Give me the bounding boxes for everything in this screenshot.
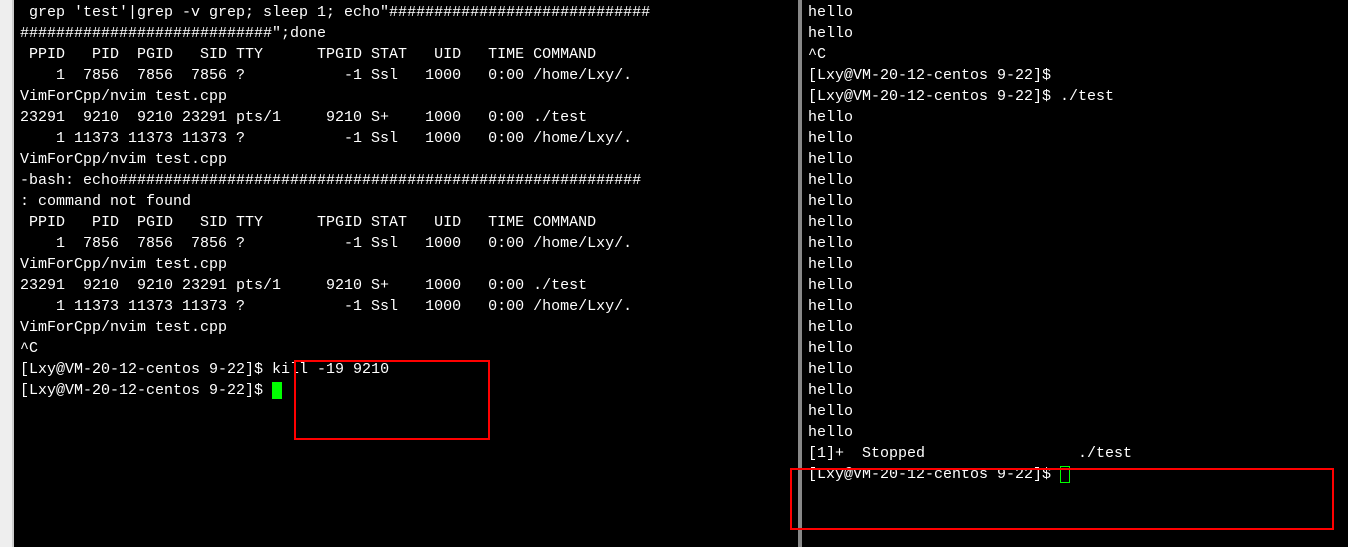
terminal-line: hello (808, 212, 1342, 233)
terminal-right-prompt-b: [Lxy@VM-20-12-centos 9-22]$ ./test (808, 86, 1342, 107)
terminal-line: 23291 9210 9210 23291 pts/1 9210 S+ 1000… (20, 107, 792, 128)
prompt-text: [Lxy@VM-20-12-centos 9-22]$ (20, 361, 272, 378)
terminal-line: : command not found (20, 191, 792, 212)
terminal-panes: grep 'test'|grep -v grep; sleep 1; echo"… (0, 0, 1348, 547)
terminal-line: hello (808, 128, 1342, 149)
terminal-line: 1 7856 7856 7856 ? -1 Ssl 1000 0:00 /hom… (20, 65, 792, 86)
terminal-line: PPID PID PGID SID TTY TPGID STAT UID TIM… (20, 44, 792, 65)
terminal-left[interactable]: grep 'test'|grep -v grep; sleep 1; echo"… (12, 0, 800, 547)
prompt-command: ./test (1060, 88, 1114, 105)
terminal-line: hello (808, 23, 1342, 44)
terminal-line: grep 'test'|grep -v grep; sleep 1; echo"… (20, 2, 792, 23)
terminal-line: hello (808, 317, 1342, 338)
terminal-line: 1 11373 11373 11373 ? -1 Ssl 1000 0:00 /… (20, 296, 792, 317)
terminal-line: 1 7856 7856 7856 ? -1 Ssl 1000 0:00 /hom… (20, 233, 792, 254)
terminal-line: -bash: echo#############################… (20, 170, 792, 191)
terminal-line: hello (808, 275, 1342, 296)
terminal-left-prompt-1: [Lxy@VM-20-12-centos 9-22]$ kill -19 921… (20, 359, 792, 380)
terminal-line: ############################";done (20, 23, 792, 44)
terminal-left-output: grep 'test'|grep -v grep; sleep 1; echo"… (20, 2, 792, 359)
terminal-left-prompt-2[interactable]: [Lxy@VM-20-12-centos 9-22]$ (20, 380, 792, 401)
cursor-outline-icon (1060, 466, 1070, 483)
terminal-line: hello (808, 401, 1342, 422)
prompt-text: [Lxy@VM-20-12-centos 9-22]$ (20, 382, 272, 399)
terminal-line: hello (808, 254, 1342, 275)
terminal-line: hello (808, 233, 1342, 254)
terminal-line: hello (808, 107, 1342, 128)
left-gutter (0, 0, 12, 547)
terminal-line: VimForCpp/nvim test.cpp (20, 86, 792, 107)
terminal-line: VimForCpp/nvim test.cpp (20, 149, 792, 170)
terminal-line: hello (808, 170, 1342, 191)
prompt-text: [Lxy@VM-20-12-centos 9-22]$ (808, 88, 1060, 105)
prompt-text: [Lxy@VM-20-12-centos 9-22]$ (808, 466, 1060, 483)
terminal-right-prompt-c[interactable]: [Lxy@VM-20-12-centos 9-22]$ (808, 464, 1342, 485)
terminal-right[interactable]: hellohello^C [Lxy@VM-20-12-centos 9-22]$… (800, 0, 1348, 547)
job-stopped-line: [1]+ Stopped ./test (808, 443, 1342, 464)
terminal-line: hello (808, 149, 1342, 170)
terminal-line: hello (808, 296, 1342, 317)
terminal-line: PPID PID PGID SID TTY TPGID STAT UID TIM… (20, 212, 792, 233)
terminal-right-output-hellos: hellohellohellohellohellohellohellohello… (808, 107, 1342, 443)
terminal-line: VimForCpp/nvim test.cpp (20, 317, 792, 338)
terminal-line: VimForCpp/nvim test.cpp (20, 254, 792, 275)
terminal-right-prompt-a: [Lxy@VM-20-12-centos 9-22]$ (808, 65, 1342, 86)
terminal-line: 1 11373 11373 11373 ? -1 Ssl 1000 0:00 /… (20, 128, 792, 149)
terminal-line: hello (808, 338, 1342, 359)
terminal-right-output-top: hellohello^C (808, 2, 1342, 65)
terminal-line: ^C (20, 338, 792, 359)
cursor-icon (272, 382, 282, 399)
terminal-line: hello (808, 422, 1342, 443)
terminal-line: hello (808, 359, 1342, 380)
prompt-command: kill -19 9210 (272, 361, 389, 378)
terminal-line: 23291 9210 9210 23291 pts/1 9210 S+ 1000… (20, 275, 792, 296)
terminal-line: hello (808, 2, 1342, 23)
terminal-line: ^C (808, 44, 1342, 65)
terminal-line: hello (808, 380, 1342, 401)
terminal-line: hello (808, 191, 1342, 212)
